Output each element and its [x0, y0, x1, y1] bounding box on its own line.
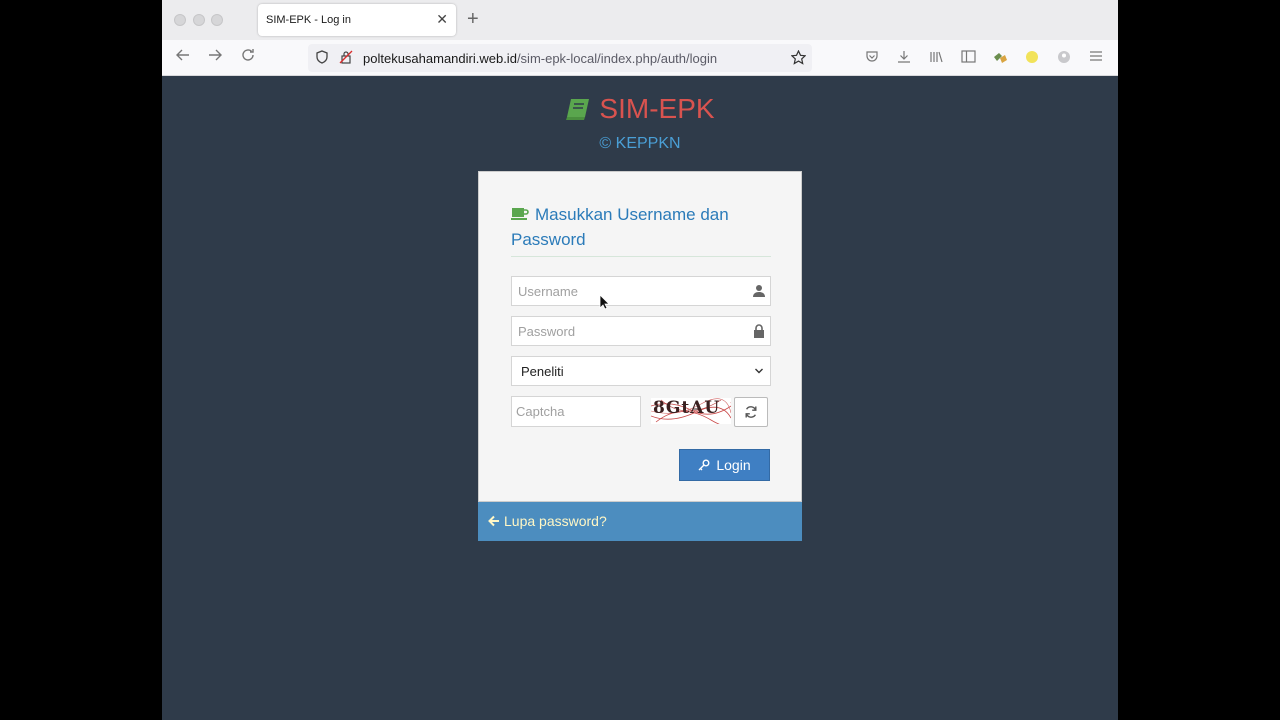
book-icon	[566, 99, 590, 120]
account-icon[interactable]	[1056, 50, 1072, 66]
captcha-field[interactable]	[511, 396, 641, 427]
login-button[interactable]: Login	[679, 449, 770, 481]
bookmark-star-icon[interactable]	[790, 49, 806, 66]
minimize-window-button[interactable]	[193, 14, 205, 26]
url-bar[interactable]: poltekusahamandiri.web.id/sim-epk-local/…	[308, 44, 812, 72]
shield-icon[interactable]	[314, 50, 330, 66]
forgot-password-link[interactable]: Lupa password?	[488, 513, 607, 529]
library-icon[interactable]	[928, 50, 944, 66]
forward-icon[interactable]	[205, 48, 225, 68]
username-input[interactable]	[512, 277, 742, 305]
key-icon	[698, 459, 710, 471]
role-select[interactable]: Peneliti	[511, 356, 771, 386]
tab-close-icon[interactable]: ✕	[436, 11, 448, 27]
login-heading-text: Masukkan Username dan Password	[511, 205, 729, 249]
refresh-captcha-button[interactable]	[734, 397, 768, 427]
lock-icon	[754, 324, 764, 338]
captcha-image: 8GtAU	[651, 398, 731, 424]
heading-divider	[511, 256, 771, 257]
login-button-label: Login	[716, 457, 751, 473]
password-input[interactable]	[512, 317, 742, 345]
brand-subtitle: © KEPPKN	[599, 135, 681, 152]
new-tab-button[interactable]: +	[467, 9, 479, 29]
login-card: Masukkan Username dan Password Peneliti	[478, 171, 802, 502]
tab-strip: SIM-EPK - Log in ✕ +	[162, 0, 1118, 40]
menu-icon[interactable]	[1088, 50, 1104, 66]
tab-title: SIM-EPK - Log in	[266, 14, 351, 26]
login-heading: Masukkan Username dan Password	[511, 202, 771, 252]
download-icon[interactable]	[896, 50, 912, 66]
role-select-value: Peneliti	[521, 364, 564, 379]
refresh-icon	[745, 406, 757, 418]
url-path: /sim-epk-local/index.php/auth/login	[516, 51, 718, 66]
password-field[interactable]	[511, 316, 771, 346]
coffee-icon	[511, 208, 529, 220]
brand-header: SIM-EPK	[162, 93, 1118, 126]
url-host: poltekusahamandiri.web.id	[363, 51, 517, 66]
sidebar-icon[interactable]	[960, 50, 976, 66]
brand-title: SIM-EPK	[565, 93, 715, 125]
user-icon	[753, 285, 765, 297]
nav-bar: poltekusahamandiri.web.id/sim-epk-local/…	[162, 40, 1118, 76]
app-name: SIM-EPK	[599, 93, 715, 124]
url-text: poltekusahamandiri.web.id/sim-epk-local/…	[363, 51, 717, 66]
chevron-down-icon	[755, 368, 763, 374]
pocket-icon[interactable]	[864, 50, 880, 66]
extension-icon[interactable]	[992, 50, 1008, 66]
username-field[interactable]	[511, 276, 771, 306]
forgot-password-bar: Lupa password?	[478, 502, 802, 541]
arrow-left-icon	[488, 515, 499, 527]
reload-icon[interactable]	[238, 48, 258, 68]
captcha-input[interactable]	[512, 397, 636, 426]
page-content: SIM-EPK © KEPPKN Masukkan Username dan P…	[162, 77, 1118, 720]
zoom-window-button[interactable]	[211, 14, 223, 26]
extension-yellow-icon[interactable]	[1024, 50, 1040, 66]
browser-window: SIM-EPK - Log in ✕ + poltekusahamandiri.…	[162, 0, 1118, 720]
captcha-text: 8GtAU	[653, 398, 721, 418]
back-icon[interactable]	[173, 48, 193, 68]
permissions-icon[interactable]	[338, 50, 354, 66]
forgot-password-label: Lupa password?	[504, 513, 607, 529]
tab-active[interactable]: SIM-EPK - Log in ✕	[258, 4, 456, 36]
mouse-cursor-icon	[599, 294, 609, 310]
close-window-button[interactable]	[174, 14, 186, 26]
